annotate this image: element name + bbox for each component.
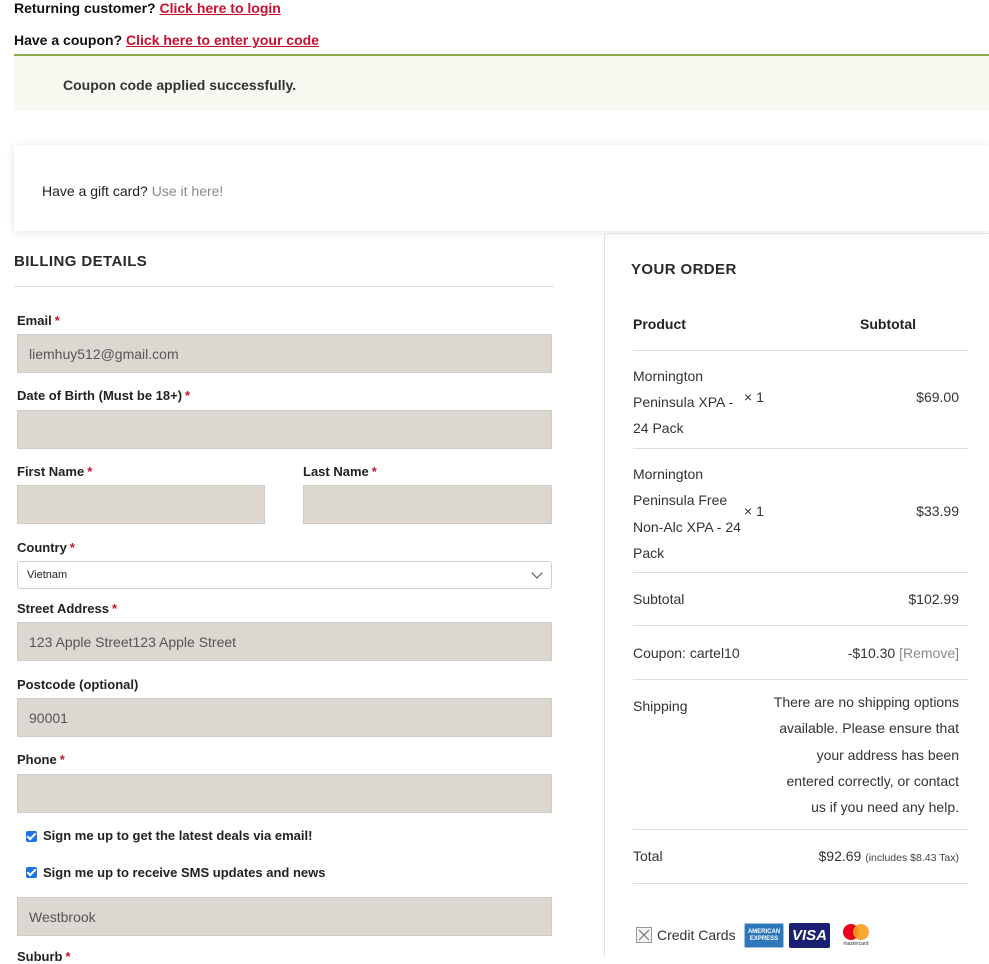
subtotal-value: $102.99 <box>908 591 959 607</box>
coupon-amount: -$10.30 [Remove] <box>847 645 959 661</box>
subtotal-column-header: Subtotal <box>860 316 916 332</box>
order-item-qty: × 1 <box>744 503 764 519</box>
sms-label: Sign me up to receive SMS updates and ne… <box>43 865 326 880</box>
amex-logo: AMERICAN EXPRESS <box>744 923 784 948</box>
order-divider <box>633 572 968 573</box>
order-divider <box>633 829 968 830</box>
order-item-name: Mornington Peninsula XPA - 24 Pack <box>633 368 734 436</box>
gift-card-link[interactable]: Use it here! <box>152 183 224 199</box>
country-select[interactable]: Vietnam <box>17 561 552 589</box>
dob-label: Date of Birth (Must be 18+) * <box>17 388 191 403</box>
mastercard-logo: mastercard <box>835 922 877 949</box>
order-divider <box>633 448 968 449</box>
order-item-price: $69.00 <box>916 389 959 405</box>
order-divider <box>633 350 968 351</box>
enter-coupon-link[interactable]: Click here to enter your code <box>126 32 319 48</box>
broken-image-icon <box>636 927 652 943</box>
payment-method-label: Credit Cards <box>657 927 736 943</box>
coupon-label: Coupon: cartel10 <box>633 645 740 661</box>
first-name-label: First Name * <box>17 464 93 479</box>
sms-checkbox[interactable] <box>26 867 37 878</box>
country-label: Country * <box>17 540 75 555</box>
billing-divider <box>14 286 554 287</box>
email-field[interactable]: liemhuy512@gmail.com <box>17 334 552 373</box>
order-divider <box>633 883 968 884</box>
total-label: Total <box>633 848 663 864</box>
chevron-down-icon <box>531 567 543 579</box>
email-label: Email * <box>17 313 60 328</box>
phone-field[interactable] <box>17 774 552 813</box>
street-address-field[interactable]: 123 Apple Street123 Apple Street <box>17 622 552 661</box>
gift-card-box: Have a gift card? Use it here! <box>14 145 989 231</box>
order-divider <box>633 679 968 680</box>
shipping-label: Shipping <box>633 698 688 714</box>
subtotal-label: Subtotal <box>633 591 685 607</box>
street-address-label: Street Address * <box>17 601 118 616</box>
order-divider <box>633 625 968 626</box>
order-item-name: Mornington Peninsula Free Non-Alc XPA - … <box>633 466 741 561</box>
coupon-success-message: Coupon code applied successfully. <box>14 54 989 111</box>
product-column-header: Product <box>633 316 686 332</box>
shipping-message: There are no shipping options available.… <box>773 694 959 816</box>
postcode-label: Postcode (optional) <box>17 677 139 692</box>
coupon-notice: Have a coupon? Click here to enter your … <box>14 32 319 48</box>
phone-label: Phone * <box>17 752 65 767</box>
visa-logo: VISA <box>789 923 830 948</box>
city-field[interactable]: Westbrook <box>17 897 552 936</box>
dob-field[interactable] <box>17 410 552 449</box>
billing-details-title: BILLING DETAILS <box>14 253 148 270</box>
your-order-title: YOUR ORDER <box>631 261 737 278</box>
last-name-label: Last Name * <box>303 464 377 479</box>
returning-customer-notice: Returning customer? Click here to login <box>14 0 281 16</box>
total-value: $92.69 (includes $8.43 Tax) <box>818 848 960 864</box>
last-name-field[interactable] <box>303 485 552 524</box>
order-item-price: $33.99 <box>916 503 959 519</box>
newsletter-label: Sign me up to get the latest deals via e… <box>43 828 313 843</box>
order-item-qty: × 1 <box>744 389 764 405</box>
remove-coupon-link[interactable]: [Remove] <box>899 645 959 661</box>
postcode-field[interactable]: 90001 <box>17 698 552 737</box>
login-link[interactable]: Click here to login <box>159 0 280 16</box>
first-name-field[interactable] <box>17 485 265 524</box>
tax-note: (includes $8.43 Tax) <box>865 852 959 864</box>
newsletter-checkbox[interactable] <box>26 831 37 842</box>
